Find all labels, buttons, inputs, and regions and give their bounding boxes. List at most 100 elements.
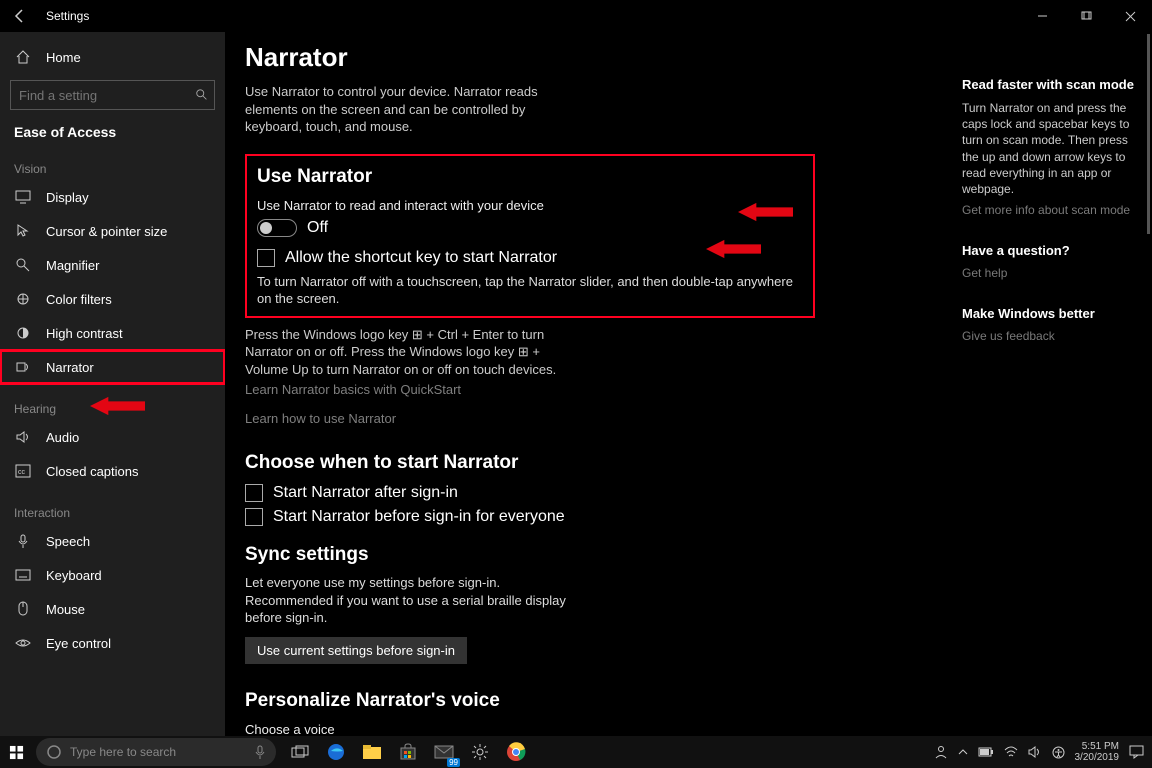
choose-start-title: Choose when to start Narrator <box>245 452 815 474</box>
close-button[interactable] <box>1108 0 1152 32</box>
people-icon[interactable] <box>934 745 948 759</box>
sidebar-item-magnifier[interactable]: Magnifier <box>0 248 225 282</box>
scan-mode-text: Turn Narrator on and press the caps lock… <box>962 100 1140 197</box>
audio-icon <box>14 429 32 445</box>
start-after-signin-label: Start Narrator after sign-in <box>273 484 458 502</box>
choose-voice-label: Choose a voice <box>245 722 815 736</box>
sidebar-item-mouse[interactable]: Mouse <box>0 592 225 626</box>
mail-badge: 99 <box>447 758 460 767</box>
sidebar: Home Ease of Access Vision Display Curso… <box>0 32 225 736</box>
action-center-icon[interactable] <box>1129 745 1144 759</box>
start-before-signin-label: Start Narrator before sign-in for everyo… <box>273 508 565 526</box>
battery-icon[interactable] <box>978 747 994 757</box>
maximize-button[interactable] <box>1064 0 1108 32</box>
system-tray: 5:51 PM 3/20/2019 <box>934 741 1152 763</box>
sidebar-category: Ease of Access <box>0 118 225 144</box>
feedback-link[interactable]: Give us feedback <box>962 329 1140 343</box>
group-vision-label: Vision <box>0 144 225 180</box>
taskview-icon[interactable] <box>282 736 318 768</box>
scan-mode-link[interactable]: Get more info about scan mode <box>962 203 1140 217</box>
sidebar-item-keyboard[interactable]: Keyboard <box>0 558 225 592</box>
touch-help-text: To turn Narrator off with a touchscreen,… <box>257 273 803 308</box>
sidebar-item-narrator[interactable]: Narrator <box>0 350 225 384</box>
highcontrast-icon <box>14 325 32 341</box>
group-interaction-label: Interaction <box>0 488 225 524</box>
titlebar: Settings <box>0 0 1152 32</box>
scan-mode-title: Read faster with scan mode <box>962 77 1140 92</box>
narrator-toggle[interactable] <box>257 219 297 237</box>
link-quickstart[interactable]: Learn Narrator basics with QuickStart <box>245 382 815 397</box>
colorfilters-icon <box>14 291 32 307</box>
better-title: Make Windows better <box>962 306 1140 321</box>
sync-text: Let everyone use my settings before sign… <box>245 574 585 627</box>
right-panel: Read faster with scan mode Turn Narrator… <box>962 77 1140 369</box>
use-narrator-highlighted-box: Use Narrator Use Narrator to read and in… <box>245 154 815 318</box>
scrollbar[interactable] <box>1147 34 1150 234</box>
store-icon[interactable] <box>390 736 426 768</box>
sidebar-home[interactable]: Home <box>0 40 225 74</box>
allow-shortcut-label: Allow the shortcut key to start Narrator <box>285 249 557 267</box>
use-narrator-title: Use Narrator <box>257 166 803 188</box>
keyboard-icon <box>14 569 32 581</box>
mouse-icon <box>14 601 32 617</box>
start-after-signin-checkbox[interactable] <box>245 484 263 502</box>
mail-icon[interactable]: 99 <box>426 736 462 768</box>
sidebar-item-cursor[interactable]: Cursor & pointer size <box>0 214 225 248</box>
eye-icon <box>14 637 32 649</box>
narrator-icon <box>14 359 32 375</box>
chrome-icon[interactable] <box>498 736 534 768</box>
allow-shortcut-checkbox[interactable] <box>257 249 275 267</box>
ease-of-access-tray-icon[interactable] <box>1052 746 1065 759</box>
tray-chevron-icon[interactable] <box>958 748 968 756</box>
start-before-signin-checkbox[interactable] <box>245 508 263 526</box>
speech-icon <box>14 533 32 549</box>
annotation-arrow-sidebar <box>90 395 145 417</box>
display-icon <box>14 190 32 204</box>
start-button[interactable] <box>0 736 32 768</box>
settings-icon[interactable] <box>462 736 498 768</box>
svg-text:cc: cc <box>18 469 26 476</box>
taskbar-clock[interactable]: 5:51 PM 3/20/2019 <box>1075 741 1120 763</box>
magnifier-icon <box>14 257 32 273</box>
get-help-link[interactable]: Get help <box>962 266 1140 280</box>
minimize-button[interactable] <box>1020 0 1064 32</box>
sidebar-item-colorfilters[interactable]: Color filters <box>0 282 225 316</box>
file-explorer-icon[interactable] <box>354 736 390 768</box>
app-title: Settings <box>46 9 89 23</box>
cc-icon: cc <box>14 464 32 478</box>
volume-icon[interactable] <box>1028 746 1042 758</box>
sidebar-search[interactable] <box>10 80 215 110</box>
sidebar-item-speech[interactable]: Speech <box>0 524 225 558</box>
wifi-icon[interactable] <box>1004 746 1018 758</box>
use-narrator-subtitle: Use Narrator to read and interact with y… <box>257 198 803 213</box>
search-input[interactable] <box>19 88 195 103</box>
sidebar-item-eyecontrol[interactable]: Eye control <box>0 626 225 660</box>
sync-title: Sync settings <box>245 544 815 566</box>
edge-icon[interactable] <box>318 736 354 768</box>
sync-button[interactable]: Use current settings before sign-in <box>245 637 467 664</box>
page-intro: Use Narrator to control your device. Nar… <box>245 83 585 136</box>
sidebar-item-audio[interactable]: Audio <box>0 420 225 454</box>
cortana-circle-icon <box>46 744 62 760</box>
main-panel: Narrator Use Narrator to control your de… <box>225 32 1152 736</box>
narrator-toggle-state: Off <box>307 219 328 237</box>
annotation-arrow-2 <box>706 238 761 260</box>
sidebar-home-label: Home <box>46 50 81 65</box>
home-icon <box>14 49 32 65</box>
annotation-arrow-1 <box>738 201 793 223</box>
cursor-icon <box>14 223 32 239</box>
back-button[interactable] <box>12 8 32 24</box>
sidebar-item-display[interactable]: Display <box>0 180 225 214</box>
taskbar-search-placeholder: Type here to search <box>70 745 176 759</box>
mic-icon[interactable] <box>254 745 266 759</box>
question-title: Have a question? <box>962 243 1140 258</box>
keyboard-hint: Press the Windows logo key ⊞ + Ctrl + En… <box>245 326 575 379</box>
sidebar-item-highcontrast[interactable]: High contrast <box>0 316 225 350</box>
taskbar-search[interactable]: Type here to search <box>36 738 276 766</box>
sidebar-item-closedcaptions[interactable]: ccClosed captions <box>0 454 225 488</box>
link-learn-narrator[interactable]: Learn how to use Narrator <box>245 411 815 426</box>
taskbar: Type here to search 99 5:51 PM 3/20/2019 <box>0 736 1152 768</box>
personalize-title: Personalize Narrator's voice <box>245 690 815 712</box>
page-title: Narrator <box>245 42 815 73</box>
search-icon <box>195 88 209 102</box>
